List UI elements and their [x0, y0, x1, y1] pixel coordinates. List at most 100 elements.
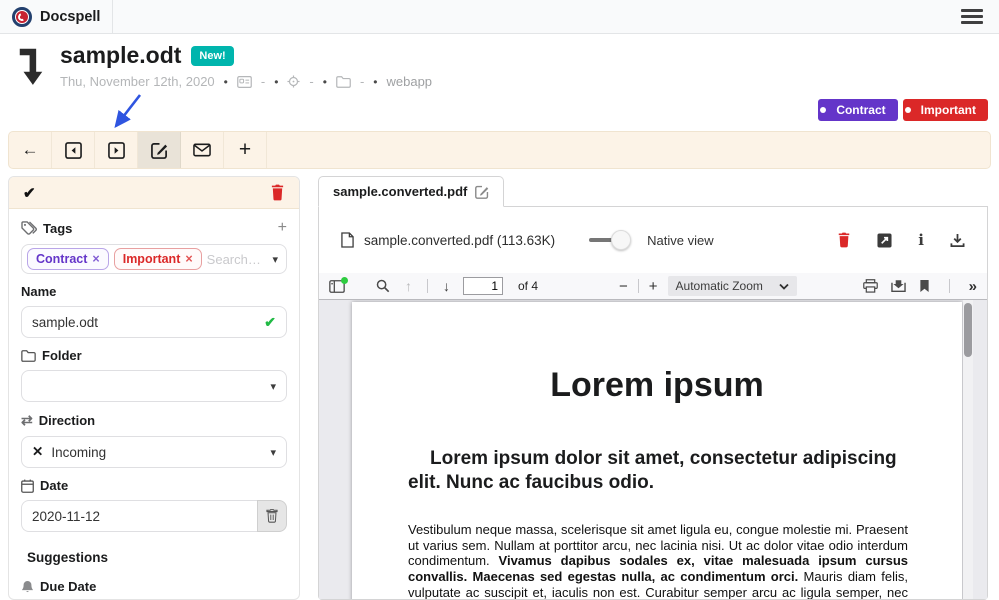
plus-icon: + [239, 138, 251, 162]
direction-label: Direction [39, 413, 95, 428]
tab-sample-converted-pdf[interactable]: sample.converted.pdf [318, 176, 504, 207]
folder-section: Folder ▾ [9, 338, 299, 402]
chip-label: Contract [36, 252, 87, 266]
folder-icon [336, 76, 351, 88]
edit-icon [151, 142, 168, 159]
clear-date-button[interactable] [257, 500, 287, 532]
tag-search-placeholder[interactable]: Search… [207, 252, 268, 267]
name-field-wrap: ✔ [21, 306, 287, 338]
item-toolbar: ← + [8, 131, 991, 169]
save-file-icon[interactable] [891, 279, 906, 293]
pdf-title: Lorem ipsum [352, 366, 962, 405]
name-input[interactable] [32, 315, 264, 330]
mail-button[interactable] [181, 132, 224, 168]
delete-attachment-button[interactable] [837, 232, 851, 248]
rename-attachment-icon[interactable] [475, 185, 489, 199]
page-number-input[interactable] [463, 277, 503, 295]
page-down-button[interactable]: ↓ [443, 278, 450, 294]
caret-square-left-icon [65, 142, 82, 159]
tags-icon [21, 221, 37, 235]
file-icon [341, 232, 354, 248]
pdf-search-button[interactable] [376, 279, 390, 293]
add-files-button[interactable]: + [224, 132, 267, 168]
pdf-page: Lorem ipsum Lorem ipsum dolor sit amet, … [352, 302, 962, 599]
separator-dot: • [274, 75, 278, 89]
chevron-down-icon: ▾ [270, 380, 276, 393]
date-input[interactable]: 2020-11-12 [21, 500, 257, 532]
print-button[interactable] [863, 279, 878, 293]
back-button[interactable]: ← [9, 132, 52, 168]
more-tools-button[interactable]: » [969, 278, 977, 295]
zoom-out-button[interactable]: − [615, 278, 632, 295]
open-in-new-tab-button[interactable] [877, 233, 892, 248]
sidebar-header: ✔ [9, 177, 299, 209]
name-section: Name ✔ [9, 274, 299, 338]
tag-hole-icon [820, 107, 826, 113]
folder-outline-icon [21, 350, 36, 362]
tags-section: Tags + Contract × Important × Search… ▾ [9, 209, 299, 274]
separator-dot: • [373, 75, 377, 89]
folder-value: - [360, 74, 364, 89]
correspondent-icon [237, 76, 252, 88]
pdf-body: Vestibulum neque massa, scelerisque sit … [408, 522, 908, 599]
clear-selection-icon[interactable]: ✕ [32, 444, 43, 460]
delete-item-button[interactable] [270, 184, 285, 201]
date-label: Date [40, 478, 68, 493]
remove-chip-icon[interactable]: × [92, 252, 99, 266]
concerning-value: - [309, 74, 313, 89]
name-label: Name [21, 284, 56, 299]
tag-chip-contract[interactable]: Contract × [27, 248, 109, 270]
pdf-sidebar-toggle-button[interactable] [329, 280, 345, 293]
caret-square-right-icon [108, 142, 125, 159]
bookmark-icon[interactable] [919, 279, 930, 293]
native-view-label: Native view [647, 233, 713, 248]
file-row: sample.converted.pdf (113.63K) Native vi… [319, 207, 987, 273]
scrollbar-thumb[interactable] [964, 303, 972, 357]
chevron-down-icon: ▾ [270, 446, 276, 459]
calendar-icon [21, 479, 34, 493]
docspell-logo-icon [12, 7, 32, 27]
brand[interactable]: Docspell [0, 0, 113, 33]
tag-contract[interactable]: Contract [818, 99, 897, 121]
new-badge: New! [191, 46, 233, 66]
add-tag-button[interactable]: + [278, 219, 287, 237]
pdf-scrollbar[interactable] [963, 300, 973, 599]
edit-button[interactable] [138, 132, 181, 168]
correspondent-value: - [261, 74, 265, 89]
confirm-metadata-button[interactable]: ✔ [23, 184, 36, 202]
back-icon: ← [22, 140, 39, 160]
next-item-button[interactable] [95, 132, 138, 168]
folder-select[interactable]: ▾ [21, 370, 287, 402]
prev-item-button[interactable] [52, 132, 95, 168]
date-value: 2020-11-12 [32, 509, 100, 524]
envelope-icon [193, 143, 211, 157]
tags-multiselect[interactable]: Contract × Important × Search… ▾ [21, 244, 287, 274]
tab-label: sample.converted.pdf [333, 184, 467, 199]
due-date-section: Due Date [9, 565, 299, 600]
page-up-button[interactable]: ↑ [405, 278, 412, 294]
tag-important[interactable]: Important [903, 99, 988, 121]
bell-icon [21, 580, 34, 594]
direction-select[interactable]: ✕ Incoming ▾ [21, 436, 287, 468]
source-value: webapp [387, 74, 433, 89]
zoom-in-button[interactable]: + [645, 278, 662, 295]
page-title: sample.odt [60, 42, 181, 69]
zoom-select[interactable]: Automatic Zoom [668, 276, 797, 296]
tag-chip-important[interactable]: Important × [114, 248, 202, 270]
metadata-sidebar: ✔ Tags + Contract × Important × Search… … [8, 176, 300, 600]
remove-chip-icon[interactable]: × [185, 252, 192, 266]
pdf-viewer[interactable]: Lorem ipsum Lorem ipsum dolor sit amet, … [319, 300, 987, 599]
native-view-toggle[interactable] [589, 230, 627, 250]
pdf-toolbar: ↑ ↓ of 4 − + Automatic Zoom [319, 273, 987, 300]
folder-label: Folder [42, 348, 82, 363]
level-down-icon [16, 46, 46, 89]
file-info-button[interactable]: i [918, 231, 924, 249]
concerning-icon [287, 75, 300, 88]
chevron-down-icon[interactable]: ▾ [272, 253, 278, 266]
hamburger-menu-icon[interactable] [961, 9, 983, 24]
item-header: sample.odt New! Thu, November 12th, 2020… [16, 42, 432, 89]
brand-name: Docspell [40, 9, 100, 25]
download-button[interactable] [950, 233, 965, 248]
due-date-label: Due Date [40, 579, 96, 594]
attachment-card: sample.converted.pdf (113.63K) Native vi… [318, 206, 988, 600]
